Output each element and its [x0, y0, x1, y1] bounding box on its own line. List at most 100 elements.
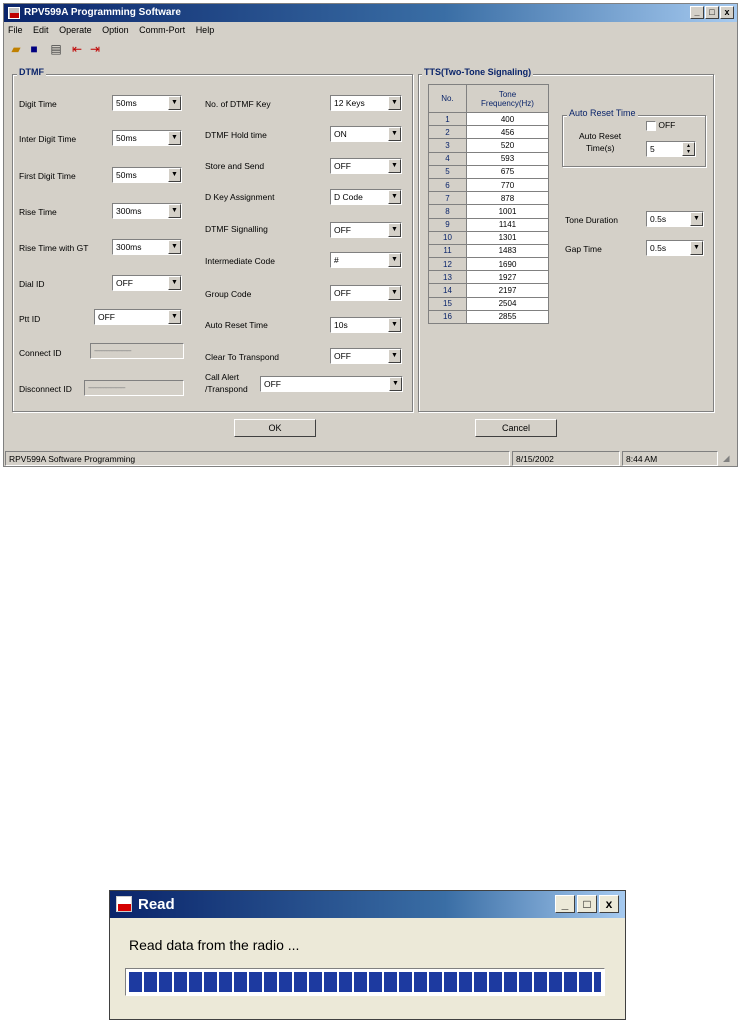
- menu-comm-port[interactable]: Comm-Port: [139, 25, 185, 35]
- connect-id-label: Connect ID: [19, 348, 62, 358]
- table-row[interactable]: 5 675: [428, 164, 549, 179]
- group-code-select[interactable]: OFF ▼: [330, 285, 402, 301]
- intermediate-code-select[interactable]: # ▼: [330, 252, 402, 268]
- tone-frequency-cell[interactable]: 675: [466, 164, 549, 179]
- tone-frequency-cell[interactable]: 770: [466, 177, 549, 193]
- table-row[interactable]: 12 1690: [428, 257, 549, 272]
- chevron-down-icon: ▼: [388, 159, 401, 173]
- table-row[interactable]: 3 520: [428, 138, 549, 153]
- open-folder-icon[interactable]: ▰: [8, 41, 24, 57]
- auto-reset-time-label: Auto Reset Time: [205, 320, 268, 330]
- auto-reset-time-s-label: Time(s): [586, 143, 615, 153]
- tone-frequency-cell[interactable]: 1141: [466, 217, 549, 232]
- dial-id-select[interactable]: OFF ▼: [112, 275, 182, 291]
- call-alert-select[interactable]: OFF ▼: [260, 376, 403, 392]
- ok-button[interactable]: OK: [234, 419, 316, 437]
- menu-help[interactable]: Help: [196, 25, 215, 35]
- print-icon[interactable]: ▤: [48, 41, 64, 57]
- tone-duration-select[interactable]: 0.5s ▼: [646, 211, 704, 227]
- connect-id-field[interactable]: ----------------------: [90, 343, 184, 359]
- main-window: RPV599A Programming Software _ □ x File Ed…: [3, 3, 738, 467]
- digit-time-select[interactable]: 50ms ▼: [112, 95, 182, 111]
- table-row[interactable]: 8 1001: [428, 204, 549, 219]
- tone-frequency-cell[interactable]: 520: [466, 138, 549, 153]
- chevron-down-icon: ▼: [388, 96, 401, 110]
- tone-frequency-cell[interactable]: 593: [466, 151, 549, 166]
- disconnect-id-field[interactable]: ----------------------: [84, 380, 184, 396]
- chevron-down-icon: ▼: [168, 240, 181, 254]
- maximize-button[interactable]: □: [705, 6, 719, 19]
- chevron-down-icon: ▼: [168, 96, 181, 110]
- dtmf-hold-time-select[interactable]: ON ▼: [330, 126, 402, 142]
- close-button[interactable]: x: [720, 6, 734, 19]
- cancel-button[interactable]: Cancel: [475, 419, 557, 437]
- inter-digit-time-select[interactable]: 50ms ▼: [112, 130, 182, 146]
- d-key-assignment-select[interactable]: D Code ▼: [330, 189, 402, 205]
- auto-reset-off-checkbox[interactable]: OFF: [646, 120, 675, 131]
- table-row[interactable]: 11 1483: [428, 243, 549, 259]
- resize-grip-icon[interactable]: ◢: [720, 451, 736, 466]
- first-digit-time-select[interactable]: 50ms ▼: [112, 167, 182, 183]
- dialog-title-bar[interactable]: Read _ □ x: [110, 891, 625, 918]
- tone-frequency-cell[interactable]: 2504: [466, 296, 549, 311]
- menu-option[interactable]: Option: [102, 25, 129, 35]
- app-icon[interactable]: [116, 896, 132, 912]
- tone-number-cell: 8: [428, 204, 467, 219]
- table-row[interactable]: 14 2197: [428, 283, 549, 298]
- call-alert-label: Call Alert: [205, 372, 240, 382]
- save-disk-icon[interactable]: ■: [26, 41, 42, 57]
- table-row[interactable]: 10 1301: [428, 230, 549, 245]
- dtmf-hold-time-label: DTMF Hold time: [205, 130, 267, 140]
- disconnect-id-label: Disconnect ID: [19, 384, 72, 394]
- table-row[interactable]: 1 400: [428, 111, 549, 127]
- tone-frequency-cell[interactable]: 1001: [466, 204, 549, 219]
- chevron-down-icon: ▼: [690, 241, 703, 255]
- inter-digit-time-label: Inter Digit Time: [19, 134, 77, 144]
- auto-reset-time-select[interactable]: 10s ▼: [330, 317, 402, 333]
- table-row[interactable]: 13 1927: [428, 270, 549, 285]
- table-row[interactable]: 7 878: [428, 191, 549, 206]
- table-row[interactable]: 15 2504: [428, 296, 549, 311]
- table-row[interactable]: 2 456: [428, 125, 549, 140]
- menu-file[interactable]: File: [8, 25, 23, 35]
- auto-reset-spinner[interactable]: 5 ▴ ▾: [646, 141, 696, 157]
- chevron-down-icon: ▼: [168, 168, 181, 182]
- tone-frequency-cell[interactable]: 1483: [466, 243, 549, 259]
- table-row[interactable]: 4 593: [428, 151, 549, 166]
- dialog-maximize-button[interactable]: □: [577, 895, 597, 913]
- rise-time-select[interactable]: 300ms ▼: [112, 203, 182, 219]
- col-no-header: No.: [428, 84, 467, 113]
- tone-frequency-cell[interactable]: 1690: [466, 257, 549, 272]
- gap-time-select[interactable]: 0.5s ▼: [646, 240, 704, 256]
- dtmf-key-count-select[interactable]: 12 Keys ▼: [330, 95, 402, 111]
- table-row[interactable]: 6 770: [428, 177, 549, 193]
- menu-operate[interactable]: Operate: [59, 25, 92, 35]
- dialog-minimize-button[interactable]: _: [555, 895, 575, 913]
- dialog-close-button[interactable]: x: [599, 895, 619, 913]
- clear-to-transpond-select[interactable]: OFF ▼: [330, 348, 402, 364]
- tone-frequency-cell[interactable]: 400: [466, 111, 549, 127]
- tone-frequency-cell[interactable]: 878: [466, 191, 549, 206]
- title-bar[interactable]: RPV599A Programming Software _ □ x: [4, 4, 737, 22]
- group-code-label: Group Code: [205, 289, 252, 299]
- table-row[interactable]: 16 2855: [428, 309, 549, 325]
- app-icon[interactable]: [8, 7, 20, 19]
- store-send-select[interactable]: OFF ▼: [330, 158, 402, 174]
- minimize-button[interactable]: _: [690, 6, 704, 19]
- table-row[interactable]: 9 1141: [428, 217, 549, 232]
- tone-frequency-cell[interactable]: 456: [466, 125, 549, 140]
- tone-number-cell: 2: [428, 125, 467, 140]
- read-radio-icon[interactable]: ⇤: [69, 41, 85, 57]
- write-radio-icon[interactable]: ⇥: [87, 41, 103, 57]
- dtmf-key-count-label: No. of DTMF Key: [205, 99, 271, 109]
- tone-number-cell: 9: [428, 217, 467, 232]
- tone-frequency-cell[interactable]: 2855: [466, 309, 549, 325]
- dtmf-signalling-select[interactable]: OFF ▼: [330, 222, 402, 238]
- tone-frequency-cell[interactable]: 2197: [466, 283, 549, 298]
- tone-frequency-cell[interactable]: 1927: [466, 270, 549, 285]
- tone-frequency-cell[interactable]: 1301: [466, 230, 549, 245]
- rise-time-gt-select[interactable]: 300ms ▼: [112, 239, 182, 255]
- spinner-arrows-icon: ▴ ▾: [682, 142, 695, 156]
- menu-edit[interactable]: Edit: [33, 25, 49, 35]
- ptt-id-select[interactable]: OFF ▼: [94, 309, 182, 325]
